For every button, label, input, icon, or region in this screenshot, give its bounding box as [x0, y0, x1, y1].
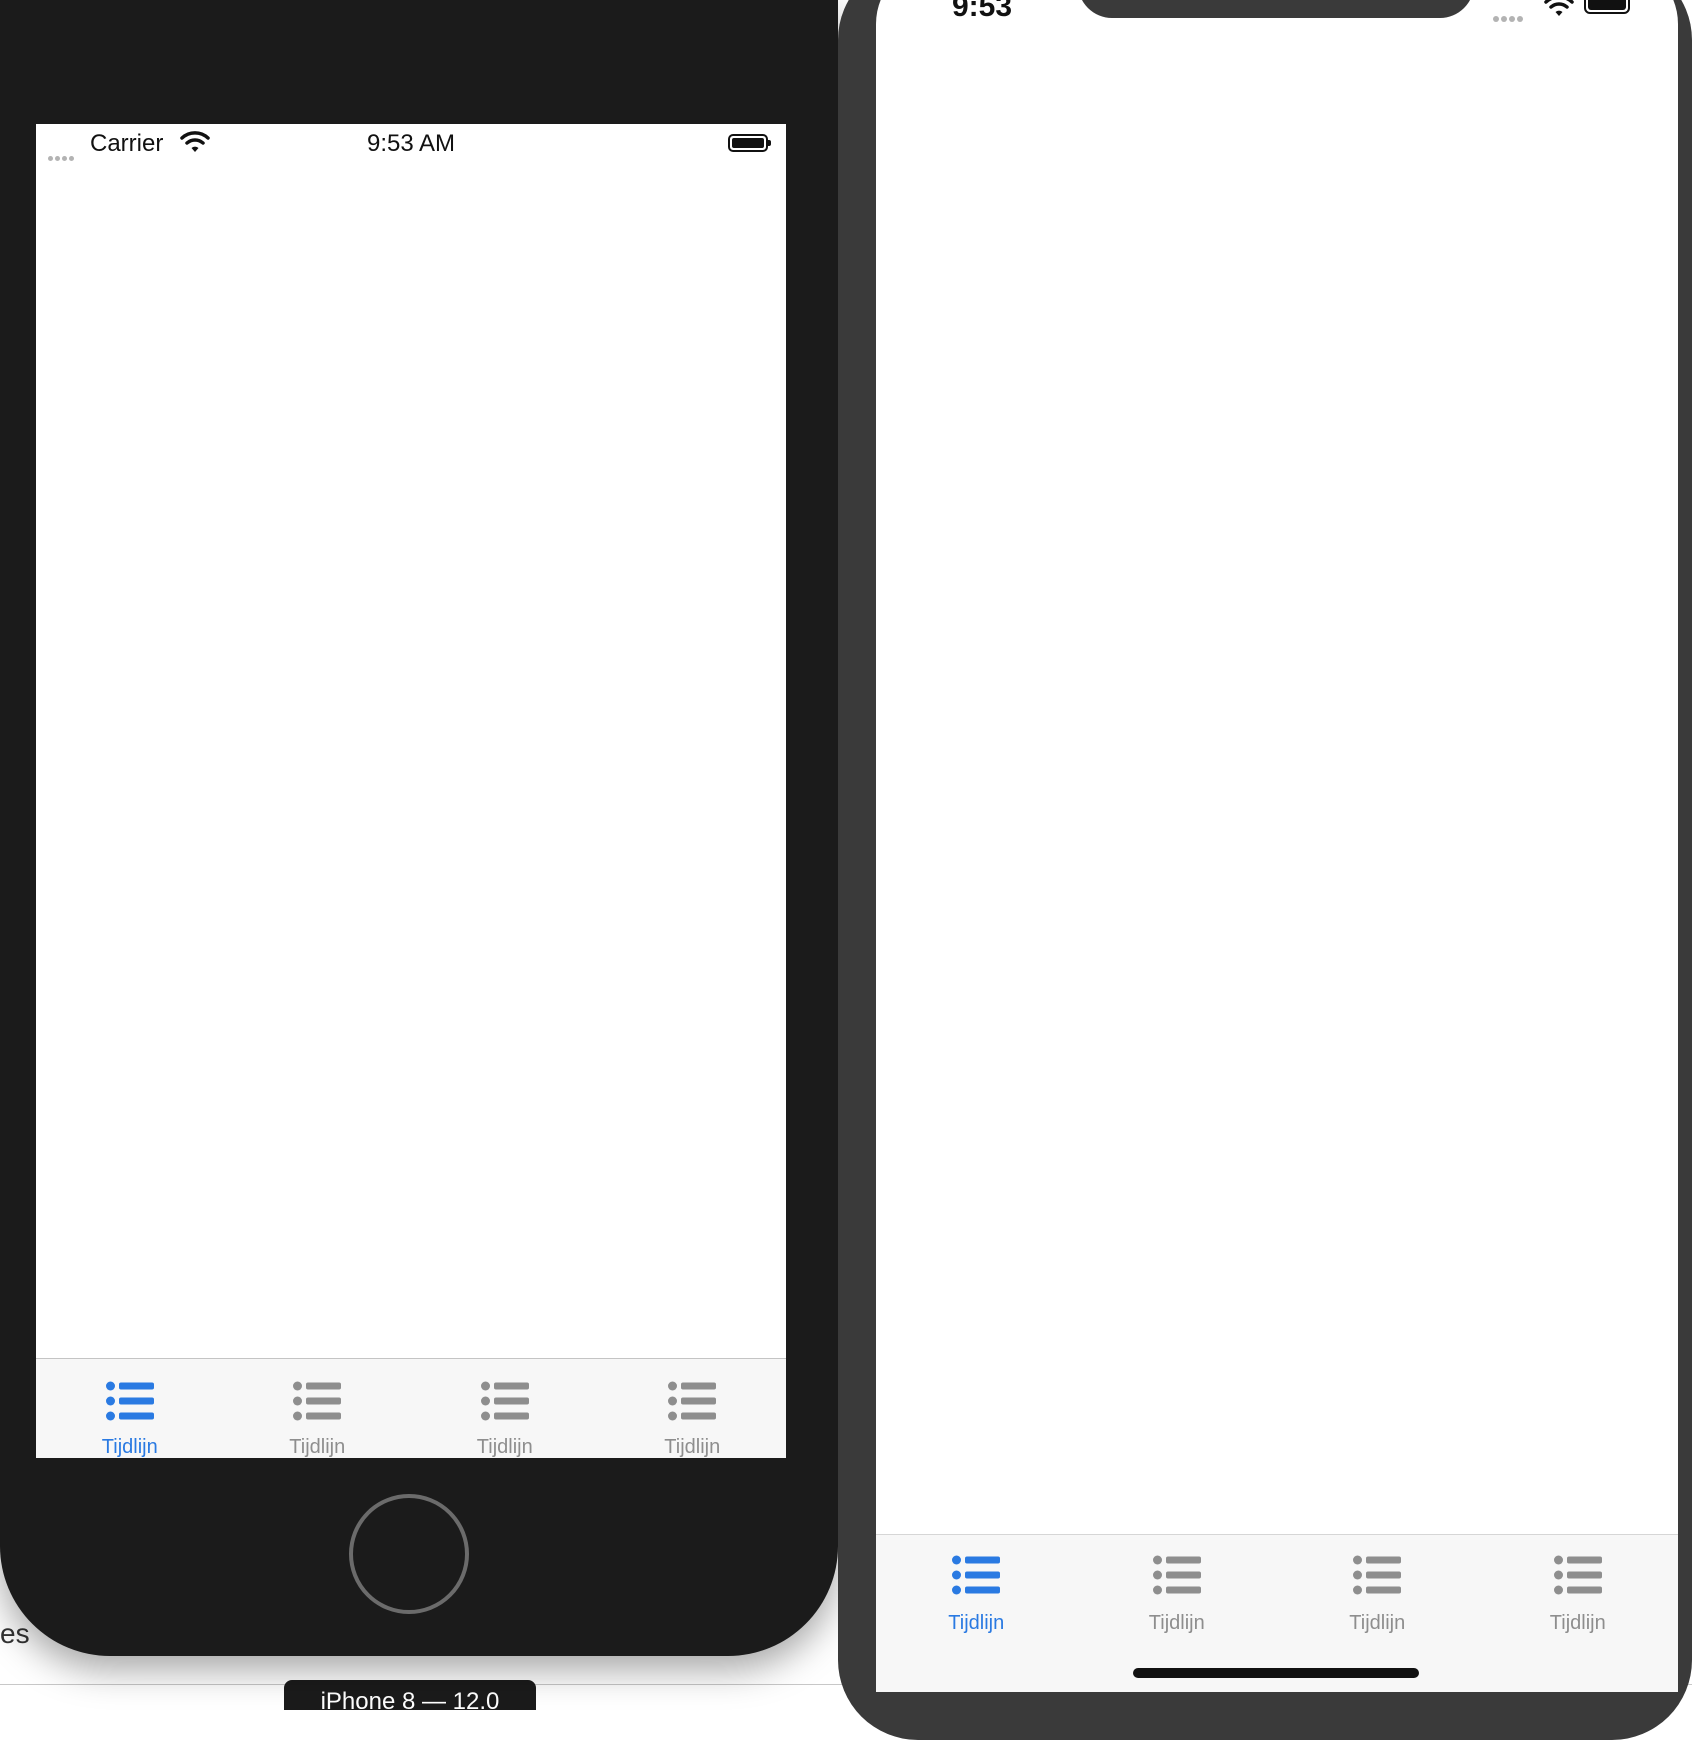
tab-label: Tijdlijn	[101, 1436, 158, 1458]
battery-icon	[1584, 0, 1630, 14]
tab-label: Tijdlijn	[1148, 1612, 1205, 1634]
list-icon	[105, 1381, 154, 1421]
home-button[interactable]	[349, 1494, 469, 1614]
signal-dots-icon	[1493, 9, 1525, 27]
tab-tijdlijn-2[interactable]: Tijdlijn	[224, 1359, 412, 1458]
list-icon	[952, 1555, 1001, 1595]
notch	[1078, 0, 1474, 18]
list-icon	[1353, 1555, 1402, 1595]
tab-tijdlijn-1[interactable]: Tijdlijn	[36, 1359, 224, 1458]
tab-label: Tijdlijn	[1349, 1612, 1406, 1634]
simulator-device-tooltip: iPhone 8 — 12.0	[284, 1680, 536, 1710]
desktop-partial-text: es	[0, 1618, 30, 1649]
list-icon	[1152, 1555, 1201, 1595]
list-icon	[668, 1381, 717, 1421]
tab-label: Tijdlijn	[476, 1436, 533, 1458]
tab-label: Tijdlijn	[1549, 1612, 1606, 1634]
tab-label: Tijdlijn	[664, 1436, 721, 1458]
list-icon	[293, 1381, 342, 1421]
tab-tijdlijn-3[interactable]: Tijdlijn	[411, 1359, 599, 1458]
tab-label: Tijdlijn	[289, 1436, 346, 1458]
status-bar: Carrier 9:53 AM	[36, 124, 786, 164]
iphonex-screen[interactable]	[876, 0, 1678, 1692]
tab-tijdlijn-4[interactable]: Tijdlijn	[1478, 1535, 1679, 1692]
wifi-icon	[1544, 0, 1574, 23]
battery-icon	[728, 134, 771, 152]
tab-tijdlijn-4[interactable]: Tijdlijn	[599, 1359, 787, 1458]
list-icon	[480, 1381, 529, 1421]
status-time: 9:53	[952, 0, 1013, 23]
tab-tijdlijn-1[interactable]: Tijdlijn	[876, 1535, 1077, 1692]
tab-label: Tijdlijn	[948, 1612, 1005, 1634]
home-indicator[interactable]	[1133, 1668, 1419, 1678]
list-icon	[1553, 1555, 1602, 1595]
iphone8-screen[interactable]: Carrier 9:53 AM Tijdlijn Tijdlijn Tijdli…	[36, 124, 786, 1458]
status-time: 9:53 AM	[366, 130, 456, 157]
tab-bar: Tijdlijn Tijdlijn Tijdlijn Tijdlijn	[36, 1358, 786, 1458]
